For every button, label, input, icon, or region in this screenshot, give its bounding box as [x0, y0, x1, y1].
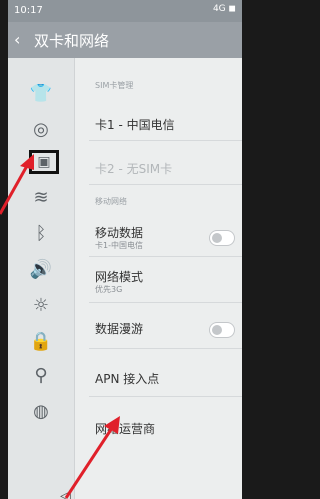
arrow-to-sim-icon	[0, 154, 34, 215]
annotation-arrows	[0, 154, 120, 499]
arrow-to-carrier	[64, 416, 120, 499]
